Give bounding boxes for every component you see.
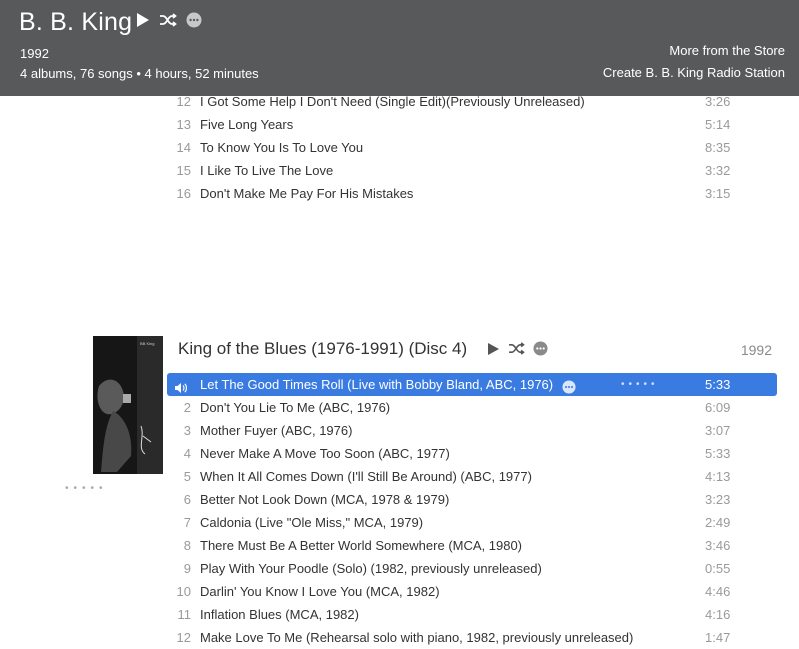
track-number: 9 [183,561,191,576]
track-number: 4 [183,446,191,461]
svg-text:BB King: BB King [140,341,154,346]
track-number: 7 [183,515,191,530]
track-duration: 3:15 [705,186,731,201]
track-title: Caldonia (Live "Ole Miss," MCA, 1979) [200,515,424,530]
track-number: 12 [176,94,191,109]
track-number: 8 [183,538,191,553]
track-row[interactable]: 3 Mother Fuyer (ABC, 1976) 3:07 [167,419,777,442]
track-row[interactable]: 16 Don't Make Me Pay For His Mistakes 3:… [167,182,777,205]
track-rating-dots[interactable]: ••••• [621,373,659,396]
track-title: I Like To Live The Love [200,163,334,178]
track-duration: 3:07 [705,423,731,438]
track-row[interactable]: 5 When It All Comes Down (I'll Still Be … [167,465,777,488]
track-duration: 6:09 [705,400,731,415]
track-duration: 3:23 [705,492,731,507]
track-number: 13 [176,117,191,132]
track-title: Make Love To Me (Rehearsal solo with pia… [200,630,634,645]
track-duration: 3:32 [705,163,731,178]
track-title: Mother Fuyer (ABC, 1976) [200,423,353,438]
track-title: Don't Make Me Pay For His Mistakes [200,186,414,201]
track-row[interactable]: 11 Inflation Blues (MCA, 1982) 4:16 [167,603,777,626]
track-row[interactable]: 10 Darlin' You Know I Love You (MCA, 198… [167,580,777,603]
track-title: Let The Good Times Roll (Live with Bobby… [200,377,554,392]
track-number: 3 [183,423,191,438]
track-number: 5 [183,469,191,484]
track-row[interactable]: 14 To Know You Is To Love You 8:35 [167,136,777,159]
track-title: I Got Some Help I Don't Need (Single Edi… [200,94,585,109]
album-rating-dots[interactable]: ••••• [65,483,108,494]
album-title: King of the Blues (1976-1991) (Disc 4) [178,339,468,358]
track-row[interactable]: 2 Don't You Lie To Me (ABC, 1976) 6:09 [167,396,777,419]
shuffle-icon[interactable] [508,342,525,360]
track-duration: 5:33 [705,377,731,392]
track-number: 2 [183,400,191,415]
artist-controls [136,12,202,33]
track-number: 11 [177,607,192,622]
create-radio-station-link[interactable]: Create B. B. King Radio Station [603,65,785,80]
play-icon[interactable] [136,12,150,33]
prev-album-track-list: 12 I Got Some Help I Don't Need (Single … [167,90,777,205]
play-icon[interactable] [487,342,500,361]
track-number: 15 [176,163,191,178]
track-title: Darlin' You Know I Love You (MCA, 1982) [200,584,440,599]
track-row-now-playing[interactable]: Let The Good Times Roll (Live with Bobby… [167,373,777,396]
track-duration: 4:13 [705,469,731,484]
track-row[interactable]: 12 Make Love To Me (Rehearsal solo with … [167,626,777,649]
track-title: Inflation Blues (MCA, 1982) [200,607,359,622]
track-duration: 5:33 [705,446,731,461]
track-duration: 4:46 [705,584,731,599]
track-duration: 0:55 [705,561,731,576]
track-row[interactable]: 12 I Got Some Help I Don't Need (Single … [167,90,777,113]
track-row[interactable]: 6 Better Not Look Down (MCA, 1978 & 1979… [167,488,777,511]
artist-year: 1992 [20,46,49,61]
track-duration: 4:16 [705,607,731,622]
shuffle-icon[interactable] [159,12,177,32]
track-number: 16 [176,186,191,201]
track-title: When It All Comes Down (I'll Still Be Ar… [200,469,532,484]
album-cover[interactable]: BB King [93,336,163,474]
track-number: 6 [183,492,191,507]
artist-name: B. B. King [19,8,133,36]
more-icon[interactable] [186,12,202,33]
artist-summary: 4 albums, 76 songs • 4 hours, 52 minutes [20,66,259,81]
album-controls [487,341,548,361]
album-year: 1992 [740,342,772,358]
more-icon[interactable] [533,341,548,361]
artist-header: B. B. King 1992 4 albums, 76 songs • 4 h… [0,0,799,96]
track-number: 14 [176,140,191,155]
track-duration: 2:49 [705,515,731,530]
track-duration: 3:26 [705,94,731,109]
track-number: 12 [176,630,191,645]
track-title: Don't You Lie To Me (ABC, 1976) [200,400,391,415]
album-track-list: Let The Good Times Roll (Live with Bobby… [167,373,777,649]
track-row[interactable]: 9 Play With Your Poodle (Solo) (1982, pr… [167,557,777,580]
track-row[interactable]: 4 Never Make A Move Too Soon (ABC, 1977)… [167,442,777,465]
track-row[interactable]: 13 Five Long Years 5:14 [167,113,777,136]
track-title: Better Not Look Down (MCA, 1978 & 1979) [200,492,450,507]
track-number: 10 [176,584,191,599]
track-duration: 1:47 [705,630,731,645]
track-title: Five Long Years [200,117,294,132]
track-title: To Know You Is To Love You [200,140,364,155]
track-title: Play With Your Poodle (Solo) (1982, prev… [200,561,542,576]
track-title: Never Make A Move Too Soon (ABC, 1977) [200,446,450,461]
track-title: There Must Be A Better World Somewhere (… [200,538,523,553]
track-duration: 8:35 [705,140,731,155]
more-from-store-link[interactable]: More from the Store [669,43,785,58]
track-row[interactable]: 15 I Like To Live The Love 3:32 [167,159,777,182]
track-row[interactable]: 8 There Must Be A Better World Somewhere… [167,534,777,557]
track-duration: 5:14 [705,117,731,132]
track-duration: 3:46 [705,538,731,553]
track-row[interactable]: 7 Caldonia (Live "Ole Miss," MCA, 1979) … [167,511,777,534]
